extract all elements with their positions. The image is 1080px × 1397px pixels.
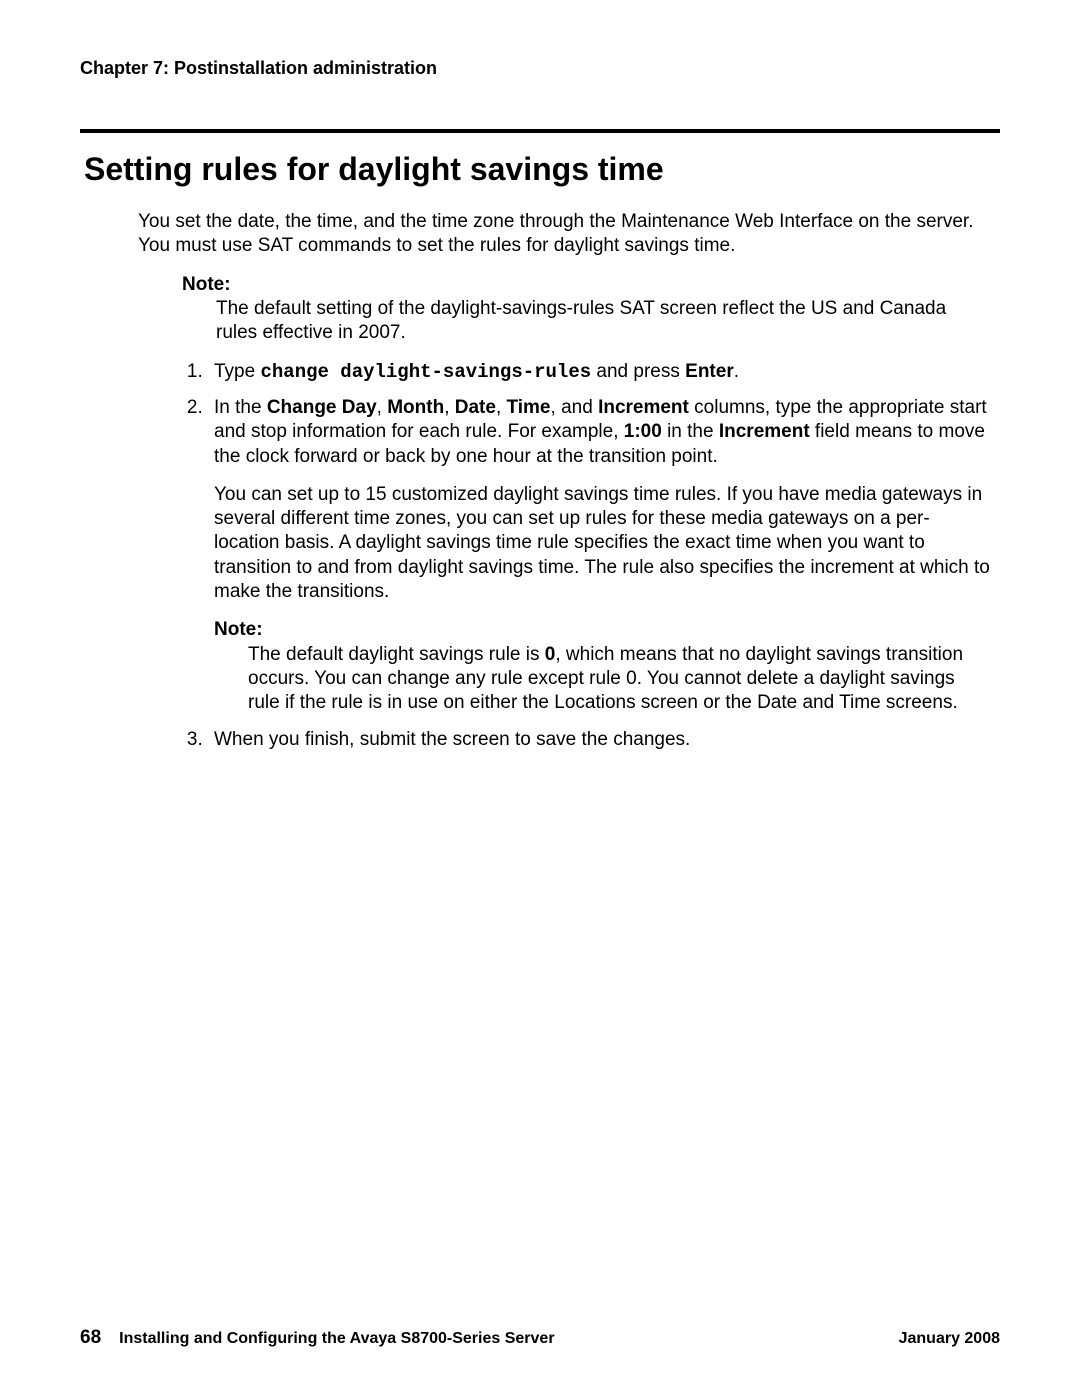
- s2-c3: ,: [496, 397, 507, 418]
- step1-mid: and press: [591, 361, 685, 382]
- s2-and: , and: [551, 397, 599, 418]
- s2-f4: Time: [507, 397, 551, 418]
- document-page: Chapter 7: Postinstallation administrati…: [0, 0, 1080, 1397]
- step1-key: Enter: [685, 361, 734, 382]
- note2-pre: The default daylight savings rule is: [248, 644, 545, 665]
- s2-c1: ,: [377, 397, 388, 418]
- s2-after-val: in the: [662, 421, 719, 442]
- note-label: Note:: [182, 273, 990, 297]
- s2-f1: Change Day: [267, 397, 377, 418]
- horizontal-rule: [80, 129, 1000, 133]
- page-footer: 68 Installing and Configuring the Avaya …: [80, 1327, 1000, 1349]
- body-content: You set the date, the time, and the time…: [138, 210, 990, 752]
- s2-c2: ,: [444, 397, 455, 418]
- note-block-1: Note: The default setting of the dayligh…: [182, 273, 990, 346]
- step-2: In the Change Day, Month, Date, Time, an…: [208, 396, 990, 716]
- note-text: The default daylight savings rule is 0, …: [248, 643, 990, 716]
- note-text: The default setting of the daylight-savi…: [216, 297, 990, 346]
- s2-f5: Increment: [598, 397, 689, 418]
- footer-date: January 2008: [899, 1330, 1000, 1348]
- intro-paragraph: You set the date, the time, and the time…: [138, 210, 990, 259]
- step1-post: .: [734, 361, 739, 382]
- page-number: 68: [80, 1327, 101, 1349]
- step-3: When you finish, submit the screen to sa…: [208, 728, 990, 752]
- section-title: Setting rules for daylight savings time: [84, 151, 1000, 188]
- note-label: Note:: [214, 618, 990, 642]
- s2-lead: In the: [214, 397, 267, 418]
- step1-command: change daylight-savings-rules: [260, 361, 591, 383]
- chapter-header: Chapter 7: Postinstallation administrati…: [80, 58, 1000, 79]
- footer-doc-title: Installing and Configuring the Avaya S87…: [119, 1330, 898, 1348]
- s2-f2: Month: [387, 397, 444, 418]
- step1-pre: Type: [214, 361, 260, 382]
- note2-zero: 0: [545, 644, 556, 665]
- step2-paragraph-2: You can set up to 15 customized daylight…: [214, 483, 990, 605]
- steps-list: Type change daylight-savings-rules and p…: [138, 360, 990, 752]
- s2-val: 1:00: [624, 421, 662, 442]
- s2-f6: Increment: [719, 421, 810, 442]
- step-1: Type change daylight-savings-rules and p…: [208, 360, 990, 384]
- s2-f3: Date: [455, 397, 496, 418]
- note-block-2: Note: The default daylight savings rule …: [214, 618, 990, 715]
